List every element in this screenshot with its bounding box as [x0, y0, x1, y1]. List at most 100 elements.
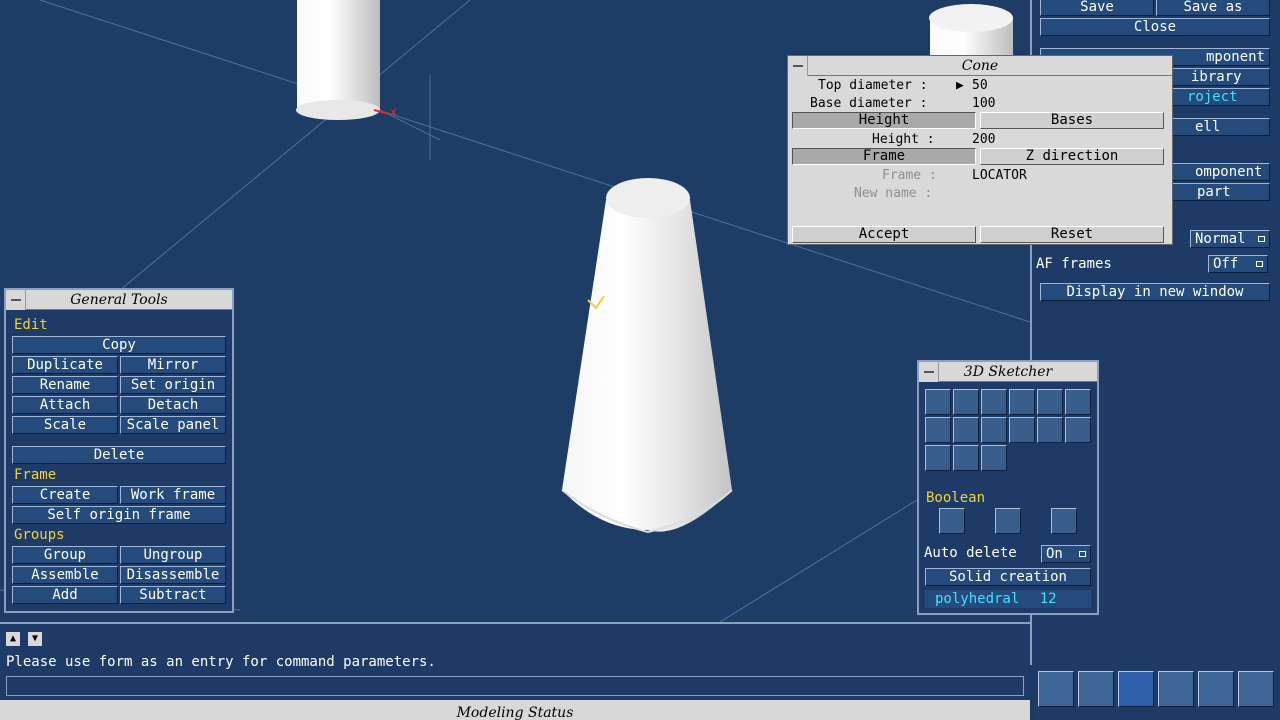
subtract-button[interactable]: Subtract [120, 586, 226, 604]
cylinder-icon[interactable] [1037, 389, 1063, 415]
top-diameter-field[interactable]: 50 [972, 78, 988, 93]
arrow-right-icon: ▶ [956, 78, 964, 93]
save-as-button[interactable]: Save as [1156, 0, 1270, 16]
general-tools-title: General Tools [6, 290, 232, 310]
command-message: Please use form as an entry for command … [6, 654, 436, 670]
command-input[interactable] [6, 676, 1024, 696]
accept-button[interactable]: Accept [792, 226, 976, 243]
frame-toggle-button[interactable]: Frame [792, 148, 976, 165]
polyhedral-label: polyhedral [935, 591, 1020, 607]
surface-tool-icon[interactable] [1158, 671, 1194, 707]
detach-button[interactable]: Detach [120, 396, 226, 414]
cone-form-title: Cone [788, 56, 1172, 76]
intersect-icon[interactable] [995, 508, 1021, 534]
polyhedral-field[interactable]: polyhedral 12 [925, 590, 1091, 608]
cube-icon[interactable] [925, 389, 951, 415]
auto-delete-option-label: On [1046, 546, 1063, 562]
delete-button[interactable]: Delete [12, 446, 226, 464]
3d-sketcher-title: 3D Sketcher [919, 362, 1097, 382]
auto-delete-option-menu[interactable]: On [1041, 545, 1091, 563]
reset-button[interactable]: Reset [980, 226, 1164, 243]
scale-panel-button[interactable]: Scale panel [120, 416, 226, 434]
brush-icon[interactable] [925, 445, 951, 471]
robot-tool-icon[interactable] [1238, 671, 1274, 707]
cone-icon[interactable] [953, 417, 979, 443]
minimize-icon[interactable] [6, 290, 26, 310]
option-menu-icon [1258, 236, 1265, 242]
mechanism-tool-icon[interactable] [1198, 671, 1234, 707]
add-button[interactable]: Add [12, 586, 118, 604]
frame-field[interactable]: LOCATOR [972, 168, 1027, 183]
pyramid-icon[interactable] [981, 417, 1007, 443]
sketch-tool-icon[interactable] [1078, 671, 1114, 707]
top-diameter-label: Top diameter : [818, 78, 928, 93]
af-frames-option-menu[interactable]: Off [1208, 255, 1268, 273]
cylinder-object-right [929, 4, 1013, 58]
create-frame-button[interactable]: Create [12, 486, 118, 504]
solid-creation-button[interactable]: Solid creation [925, 568, 1091, 586]
tube-icon[interactable] [1065, 389, 1091, 415]
sweep-icon[interactable] [1037, 417, 1063, 443]
boolean-section-label: Boolean [926, 490, 986, 506]
new-name-label: New name : [854, 186, 933, 201]
bottom-toolbar [1034, 665, 1280, 720]
mirror-button[interactable]: Mirror [120, 356, 226, 374]
modeling-status-bar: Modeling Status [0, 700, 1030, 720]
scale-button[interactable]: Scale [12, 416, 118, 434]
cone-object [561, 178, 733, 534]
extrude-icon[interactable] [981, 389, 1007, 415]
disassemble-button[interactable]: Disassemble [120, 566, 226, 584]
work-frame-button[interactable]: Work frame [120, 486, 226, 504]
scroll-down-icon[interactable]: ▼ [28, 632, 42, 646]
difference-icon[interactable] [1051, 508, 1077, 534]
status-bar-title: Modeling Status [456, 705, 574, 720]
frame-label: Frame : [882, 168, 937, 183]
z-direction-toggle-button[interactable]: Z direction [980, 148, 1164, 165]
height-field[interactable]: 200 [972, 132, 995, 147]
general-tools-panel: General Tools Edit Copy Duplicate Mirror… [4, 288, 234, 613]
frame-section-label: Frame [14, 467, 57, 483]
box-icon[interactable] [953, 389, 979, 415]
sphere-icon[interactable] [925, 417, 951, 443]
solid-tool-icon[interactable] [1118, 671, 1154, 707]
base-diameter-field[interactable]: 100 [972, 96, 995, 111]
revolve-icon[interactable] [1065, 417, 1091, 443]
normal-option-menu[interactable]: Normal [1190, 230, 1270, 248]
minimize-icon[interactable] [788, 56, 808, 76]
copy-button[interactable]: Copy [12, 336, 226, 354]
polyhedral-value: 12 [1039, 591, 1057, 607]
assemble-button[interactable]: Assemble [12, 566, 118, 584]
set-origin-button[interactable]: Set origin [120, 376, 226, 394]
cylinder-object-left [296, 0, 380, 120]
ungroup-button[interactable]: Ungroup [120, 546, 226, 564]
ring-icon[interactable] [981, 445, 1007, 471]
groups-section-label: Groups [14, 527, 65, 543]
cone-form-panel: Cone Top diameter : ▶ 50 Base diameter :… [787, 55, 1173, 245]
close-button[interactable]: Close [1040, 18, 1270, 36]
prism-icon[interactable] [1009, 417, 1035, 443]
torus-icon[interactable] [953, 445, 979, 471]
scroll-up-icon[interactable]: ▲ [6, 632, 20, 646]
af-frames-option-label: Off [1213, 256, 1239, 272]
af-frames-label: AF frames [1036, 256, 1112, 272]
union-icon[interactable] [939, 508, 965, 534]
axis-x-label: x [390, 105, 397, 119]
minimize-icon[interactable] [919, 362, 939, 382]
height-toggle-button[interactable]: Height [792, 112, 976, 129]
edit-section-label: Edit [14, 317, 48, 333]
duplicate-button[interactable]: Duplicate [12, 356, 118, 374]
wedge-icon[interactable] [1009, 389, 1035, 415]
rename-button[interactable]: Rename [12, 376, 118, 394]
attach-button[interactable]: Attach [12, 396, 118, 414]
option-menu-icon [1256, 261, 1263, 267]
normal-option-label: Normal [1195, 231, 1246, 247]
3d-sketcher-panel: 3D Sketcher Boolean Auto delete On Solid… [917, 360, 1099, 615]
bases-toggle-button[interactable]: Bases [980, 112, 1164, 129]
display-new-window-button[interactable]: Display in new window [1040, 283, 1270, 301]
self-origin-frame-button[interactable]: Self origin frame [12, 506, 226, 524]
save-button[interactable]: Save [1040, 0, 1154, 16]
command-area: ▲ ▼ Please use form as an entry for comm… [0, 622, 1030, 700]
height-label: Height : [872, 132, 935, 147]
group-button[interactable]: Group [12, 546, 118, 564]
assembly-tool-icon[interactable] [1038, 671, 1074, 707]
